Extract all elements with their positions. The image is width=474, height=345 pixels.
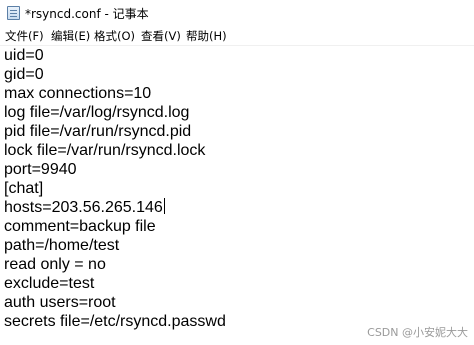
editor-line-text: hosts=203.56.265.146: [4, 199, 163, 216]
menu-format[interactable]: 格式(O): [94, 28, 135, 44]
watermark: CSDN @小安妮大大: [367, 326, 468, 339]
editor-line: pid file=/var/run/rsyncd.pid: [4, 123, 192, 140]
notepad-window: *rsyncd.conf - 记事本 文件(F) 编辑(E) 格式(O) 查看(…: [0, 0, 474, 345]
editor-line: gid=0: [4, 66, 44, 83]
editor-line: read only = no: [4, 256, 106, 273]
window-title: *rsyncd.conf - 记事本: [25, 7, 149, 21]
editor-line: comment=backup file: [4, 218, 156, 235]
menu-help[interactable]: 帮助(H): [186, 28, 227, 44]
editor-line: port=9940: [4, 161, 77, 178]
editor-line: exclude=test: [4, 275, 95, 292]
editor-line: [chat]: [4, 180, 44, 197]
text-editor[interactable]: uid=0 gid=0 max connections=10 log file=…: [0, 46, 474, 345]
editor-line: lock file=/var/run/rsyncd.lock: [4, 142, 206, 159]
editor-line: auth users=root: [4, 294, 116, 311]
menu-file[interactable]: 文件(F): [5, 28, 44, 44]
menu-edit[interactable]: 编辑(E): [51, 28, 90, 44]
menu-bar: 文件(F) 编辑(E) 格式(O) 查看(V) 帮助(H): [0, 26, 474, 46]
editor-line: uid=0: [4, 47, 44, 64]
editor-line: log file=/var/log/rsyncd.log: [4, 104, 190, 121]
title-bar[interactable]: *rsyncd.conf - 记事本: [0, 0, 474, 26]
editor-line: secrets file=/etc/rsyncd.passwd: [4, 313, 226, 330]
text-caret: [163, 198, 165, 214]
editor-line-current: hosts=203.56.265.146: [4, 198, 165, 217]
menu-view[interactable]: 查看(V): [141, 28, 181, 44]
editor-line: max connections=10: [4, 85, 152, 102]
notepad-icon: [7, 6, 20, 20]
editor-line: path=/home/test: [4, 237, 120, 254]
